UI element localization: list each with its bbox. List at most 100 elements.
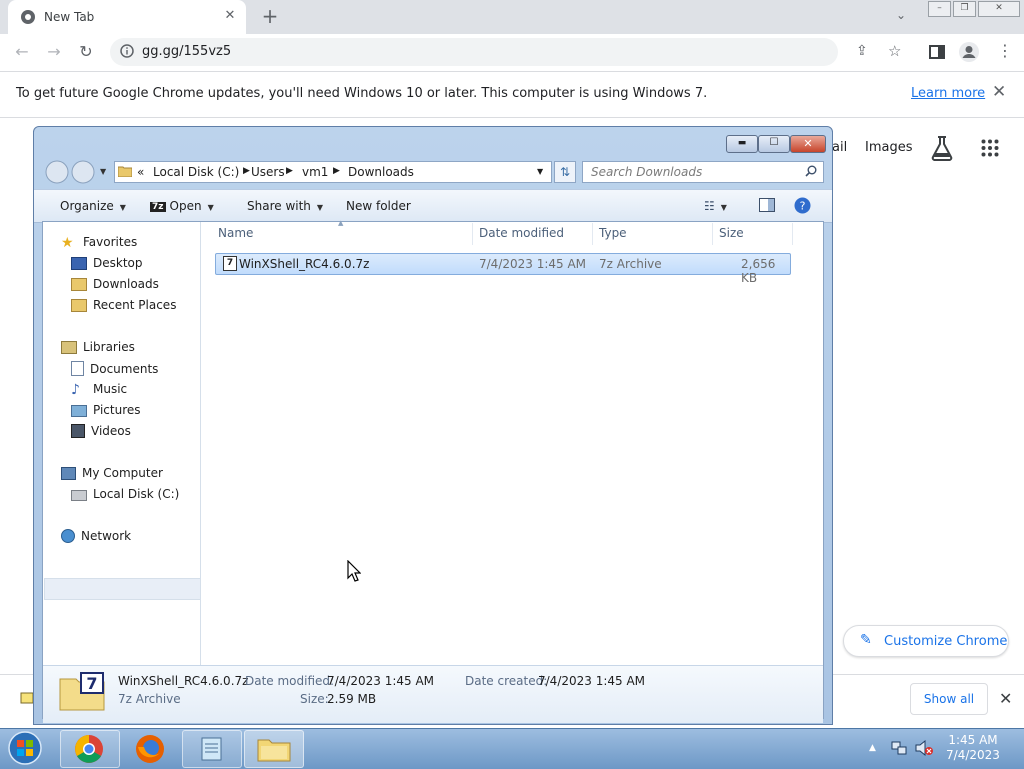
nav-favorites-label: Favorites [83,235,138,249]
nav-music[interactable]: ♪ Music [71,382,128,398]
notepad-icon [199,736,225,762]
learn-more-link[interactable]: Learn more [911,86,985,101]
nav-documents-label: Documents [90,362,159,376]
taskbar-firefox-icon[interactable] [134,733,166,765]
show-hidden-icons-chevron[interactable]: ▲ [869,743,876,753]
nav-documents[interactable]: Documents [71,361,158,376]
tab-close-icon[interactable]: ✕ [222,8,238,24]
details-pane: 7 WinXShell_RC4.6.0.7z 7z Archive Date m… [43,665,823,723]
tab-new-tab[interactable]: New Tab ✕ [8,0,246,34]
details-size-label: Size: [300,692,329,706]
explorer-back-forward[interactable] [44,159,96,185]
nav-local-disk[interactable]: Local Disk (C:) [71,487,179,501]
show-all-downloads-button[interactable]: Show all [910,683,988,715]
breadcrumb-downloads[interactable]: Downloads [348,165,414,179]
folder-icon [118,165,132,177]
file-row[interactable]: 7 WinXShell_RC4.6.0.7z 7/4/2023 1:45 AM … [215,253,791,285]
taskbar-explorer-button[interactable] [244,730,304,768]
breadcrumb-local-disk[interactable]: Local Disk (C:) [153,165,239,179]
nav-favorites[interactable]: ★ Favorites [61,235,138,251]
tab-title: New Tab [44,10,95,24]
breadcrumb-vm1[interactable]: vm1 [302,165,328,179]
restore-window-button[interactable]: ❐ [953,1,976,17]
organize-button[interactable]: Organize ▼ [60,199,126,213]
images-link[interactable]: Images [865,140,913,155]
breadcrumb-users[interactable]: Users [251,165,285,179]
downloads-bar-close-icon[interactable]: ✕ [999,689,1012,708]
view-options-icon[interactable]: ☷ ▼ [704,199,727,213]
profile-avatar-icon[interactable] [958,41,980,63]
explorer-minimize-button[interactable]: ▬ [726,135,758,153]
breadcrumb-overflow[interactable]: « [137,165,144,179]
column-header-type[interactable]: Type [599,226,627,240]
taskbar-clock[interactable]: 1:45 AM 7/4/2023 [936,733,1010,763]
side-panel-icon[interactable] [929,44,945,60]
column-divider[interactable] [592,223,593,245]
new-tab-plus-icon[interactable]: + [258,5,282,29]
site-info-icon[interactable] [120,44,134,58]
nav-desktop-label: Desktop [93,256,143,270]
gmail-link[interactable]: ail [832,140,847,155]
nav-desktop[interactable]: Desktop [71,256,143,270]
network-tray-icon[interactable] [890,739,908,757]
sort-up-icon: ▲ [338,219,344,227]
nav-downloads[interactable]: Downloads [71,277,159,291]
apps-grid-icon[interactable] [981,139,999,157]
reload-icon[interactable]: ↻ [74,40,98,64]
new-folder-button[interactable]: New folder [346,199,411,213]
nav-my-computer[interactable]: My Computer [61,466,163,480]
nav-music-label: Music [93,382,128,396]
open-button[interactable]: 7z Open ▼ [150,199,214,213]
explorer-address-bar[interactable]: « Local Disk (C:) ▶ Users ▶ vm1 ▶ Downlo… [114,161,552,183]
recent-pages-chevron-icon[interactable]: ▼ [100,167,106,176]
column-divider[interactable] [472,223,473,245]
column-divider[interactable] [712,223,713,245]
nav-videos[interactable]: Videos [71,424,131,438]
7z-file-icon: 7 [223,256,237,271]
file-name: WinXShell_RC4.6.0.7z [239,257,370,271]
address-dropdown-icon[interactable]: ▼ [537,167,543,176]
preview-pane-icon[interactable] [759,198,775,212]
address-bar[interactable]: gg.gg/155vz5 ⇪ ☆ [110,38,901,66]
infobar-close-icon[interactable]: ✕ [992,82,1006,102]
forward-arrow-icon[interactable]: → [42,40,66,64]
column-divider[interactable] [792,223,793,245]
7z-archive-large-icon: 7 [59,671,105,711]
chrome-icon [74,734,104,764]
column-header-size[interactable]: Size [719,226,744,240]
minimize-window-button[interactable]: – [928,1,951,17]
nav-libraries[interactable]: Libraries [61,340,135,354]
labs-flask-icon[interactable] [930,135,954,161]
taskbar-chrome-button[interactable] [60,730,120,768]
nav-network[interactable]: Network [61,529,131,543]
download-file-icon[interactable] [20,690,34,704]
details-file-type: 7z Archive [118,692,181,706]
nav-recent-places[interactable]: Recent Places [71,298,176,312]
star-icon: ★ [61,235,74,251]
explorer-close-button[interactable]: ✕ [790,135,826,153]
refresh-icon[interactable]: ⇅ [554,161,576,183]
search-icon[interactable] [805,165,817,177]
share-with-button[interactable]: Share with ▼ [247,199,323,213]
bookmark-star-icon[interactable]: ☆ [888,42,901,60]
search-downloads-input[interactable]: Search Downloads [582,161,824,183]
column-header-name[interactable]: Name [218,226,253,240]
nav-pictures[interactable]: Pictures [71,403,141,417]
organize-label: Organize [60,199,114,213]
start-button-icon[interactable] [6,730,44,766]
tab-search-chevron-icon[interactable]: ⌄ [896,8,906,22]
help-icon[interactable]: ? [794,197,811,214]
column-header-date-modified[interactable]: Date modified [479,226,564,240]
explorer-maximize-button[interactable]: ☐ [758,135,790,153]
network-icon [61,529,75,543]
customize-chrome-button[interactable]: ✎ Customize Chrome [843,625,1009,657]
volume-muted-icon[interactable] [914,739,934,757]
chrome-menu-icon[interactable]: ⋮ [997,42,1013,60]
pencil-icon: ✎ [860,632,872,648]
share-icon[interactable]: ⇪ [856,43,868,59]
taskbar-notepad-button[interactable] [182,730,242,768]
back-arrow-icon[interactable]: ← [10,40,34,64]
file-size: 2,656 KB [741,257,776,285]
close-window-button[interactable]: ✕ [978,1,1020,17]
7z-icon: 7z [150,202,166,212]
